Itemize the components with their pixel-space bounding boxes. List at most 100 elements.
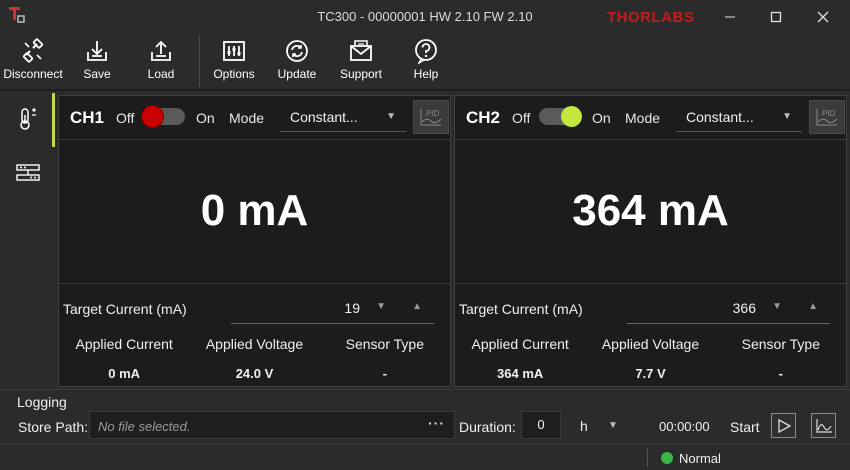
save-icon	[87, 41, 107, 61]
close-icon	[817, 11, 829, 22]
sensor-type-label: Sensor Type	[345, 336, 424, 352]
applied-current-value: 0 mA	[108, 366, 141, 381]
logging-title: Logging	[17, 394, 67, 410]
temperature-icon	[20, 108, 36, 130]
disconnect-button[interactable]: Disconnect	[3, 33, 63, 90]
info-values: 0 mA 24.0 V -	[59, 366, 450, 381]
options-icon	[223, 41, 245, 61]
browse-button[interactable]: ···	[428, 415, 445, 431]
channel-panel-ch1: CH1 Off On Mode Constant... ▼ PID 0 mA T…	[58, 95, 451, 387]
channel-header: CH2 Off On Mode Constant... ▼ PID	[455, 96, 846, 140]
mode-value: Constant...	[290, 109, 358, 125]
load-label: Load	[147, 67, 175, 81]
update-button[interactable]: Update	[275, 33, 319, 90]
elapsed-timer: 00:00:00	[659, 419, 710, 434]
decrement-icon[interactable]: ▼	[376, 301, 386, 312]
toolbar: Disconnect Save Load Options Update Supp…	[0, 33, 850, 90]
chevron-down-icon: ▼	[782, 111, 792, 122]
applied-current-label: Applied Current	[471, 336, 569, 352]
start-button[interactable]	[771, 413, 796, 438]
off-label: Off	[512, 110, 531, 126]
load-icon	[151, 40, 171, 61]
nav-item-channels[interactable]	[0, 145, 56, 201]
applied-voltage-value: 24.0 V	[235, 366, 274, 381]
status-divider	[647, 449, 648, 467]
mode-select[interactable]: Constant... ▼	[280, 102, 406, 132]
save-button[interactable]: Save	[77, 33, 117, 90]
options-button[interactable]: Options	[210, 33, 258, 90]
sensor-type-value: -	[778, 366, 783, 381]
off-label: Off	[116, 110, 135, 126]
help-button[interactable]: Help	[407, 33, 445, 90]
mode-select[interactable]: Constant... ▼	[676, 102, 802, 132]
channel-header: CH1 Off On Mode Constant... ▼ PID	[59, 96, 450, 140]
info-headers: Applied Current Applied Voltage Sensor T…	[455, 336, 846, 352]
toggle-knob	[561, 106, 582, 127]
increment-icon[interactable]: ▲	[808, 301, 818, 312]
duration-label: Duration:	[459, 419, 516, 435]
display-divider	[59, 283, 450, 284]
target-current-field[interactable]: 366 ▼ ▲	[627, 292, 830, 324]
applied-current-value: 364 mA	[497, 366, 544, 381]
chart-icon	[815, 418, 832, 433]
info-values: 364 mA 7.7 V -	[455, 366, 846, 381]
help-label: Help	[413, 67, 439, 81]
store-path-label: Store Path:	[18, 419, 89, 435]
duration-input[interactable]: 0	[521, 411, 561, 439]
channel-panel-ch2: CH2 Off On Mode Constant... ▼ PID 364 mA…	[454, 95, 847, 387]
target-current-label: Target Current (mA)	[63, 301, 187, 317]
target-current-label: Target Current (mA)	[459, 301, 583, 317]
nav-active-indicator	[52, 93, 55, 147]
applied-voltage-label: Applied Voltage	[205, 336, 304, 352]
left-navigation	[0, 91, 56, 388]
mode-value: Constant...	[686, 109, 754, 125]
store-path-input[interactable]	[98, 417, 418, 435]
channel-enable-toggle[interactable]	[539, 106, 582, 127]
status-indicator	[661, 452, 673, 464]
toolbar-border	[0, 89, 850, 91]
duration-unit-value: h	[580, 418, 588, 434]
start-label: Start	[730, 419, 760, 435]
disconnect-icon	[22, 38, 44, 63]
toolbar-divider	[199, 35, 200, 87]
minimize-icon	[725, 16, 735, 17]
increment-icon[interactable]: ▲	[412, 301, 422, 312]
minimize-button[interactable]	[707, 0, 753, 33]
store-path-field: ···	[89, 411, 455, 439]
options-label: Options	[213, 67, 255, 81]
duration-unit-select[interactable]: h ▼	[568, 411, 638, 439]
applied-voltage-label: Applied Voltage	[601, 336, 700, 352]
target-current-field[interactable]: 19 ▼ ▲	[231, 292, 434, 324]
info-headers: Applied Current Applied Voltage Sensor T…	[59, 336, 450, 352]
channel-name: CH1	[70, 108, 105, 127]
status-text: Normal	[679, 451, 721, 466]
maximize-icon	[770, 11, 782, 22]
mode-label: Mode	[229, 110, 265, 126]
disconnect-label: Disconnect	[3, 67, 63, 81]
pid-icon: PID	[816, 109, 838, 126]
channel-enable-toggle[interactable]	[142, 106, 185, 127]
chevron-down-icon: ▼	[386, 111, 396, 122]
close-button[interactable]	[800, 0, 846, 33]
support-button[interactable]: Support	[337, 33, 385, 90]
sensor-type-label: Sensor Type	[741, 336, 820, 352]
nav-item-temperature[interactable]	[0, 91, 56, 147]
toggle-knob	[142, 106, 163, 127]
target-current-value: 366	[732, 300, 756, 316]
on-label: On	[196, 110, 215, 126]
chart-button[interactable]	[811, 413, 836, 438]
pid-button[interactable]: PID	[413, 100, 449, 134]
maximize-button[interactable]	[753, 0, 799, 33]
logging-section: Logging Store Path: ··· Duration: 0 h ▼ …	[0, 389, 850, 444]
update-icon	[286, 40, 308, 62]
channel-name: CH2	[466, 108, 501, 127]
load-button[interactable]: Load	[141, 33, 181, 90]
chevron-down-icon: ▼	[608, 420, 618, 431]
current-readout: 0 mA	[200, 186, 309, 235]
decrement-icon[interactable]: ▼	[772, 301, 782, 312]
display-divider	[455, 283, 846, 284]
on-label: On	[592, 110, 611, 126]
title-bar: TC300 - 00000001 HW 2.10 FW 2.10 THORLAB…	[0, 0, 850, 33]
pid-button[interactable]: PID	[809, 100, 845, 134]
save-label: Save	[83, 67, 111, 81]
